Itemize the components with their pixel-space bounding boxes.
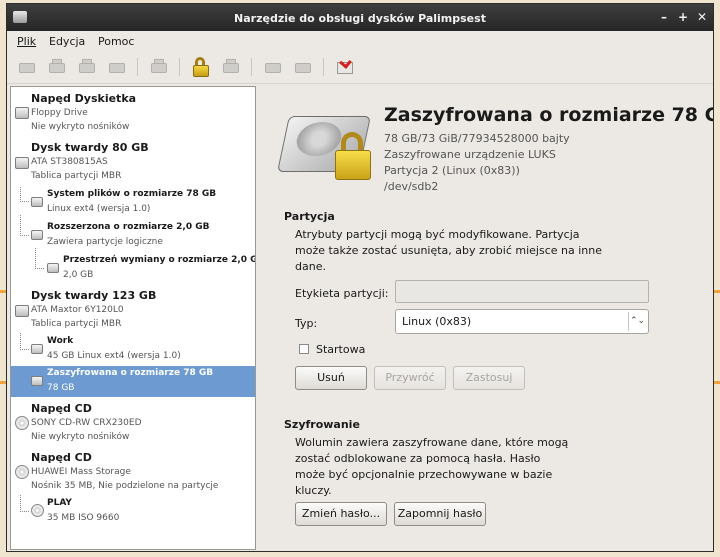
sidebar-item-line: Nie wykryto nośników [31, 432, 130, 442]
menu-help[interactable]: Pomoc [98, 35, 134, 48]
sidebar-item-play[interactable]: PLAY 35 MB ISO 9660 [11, 496, 255, 528]
minimize-button[interactable]: – [657, 10, 671, 24]
toolbar [7, 51, 713, 84]
combo-arrows-icon: ⌃⌄ [628, 312, 646, 331]
encrypted-hard-disk-icon [277, 106, 371, 182]
bootable-label[interactable]: Startowa [316, 343, 365, 356]
sidebar-item-line: 45 GB Linux ext4 (wersja 1.0) [47, 351, 181, 361]
format-icon[interactable] [263, 57, 283, 77]
toolbar-separator [251, 58, 252, 76]
partition-description: Atrybuty partycji mogą być modyfikowane.… [295, 228, 603, 273]
partition-icon [31, 344, 43, 354]
partition-icon [31, 230, 43, 240]
sidebar-item-line: 2,0 GB [63, 270, 94, 280]
unmount-icon[interactable] [47, 57, 67, 77]
menu-bar: Plik Edycja Pomoc [7, 31, 713, 51]
floppy-drive-icon [15, 107, 29, 119]
sidebar-item-title: Dysk twardy 80 GB [31, 141, 149, 154]
volume-partition: Partycja 2 (Linux (0x83)) [384, 164, 520, 177]
sidebar-item-title: Przestrzeń wymiany o rozmiarze 2,0 GB [63, 255, 256, 265]
optical-drive-icon [15, 465, 29, 479]
sidebar-item-cd-sony[interactable]: Napęd CD SONY CD-RW CRX230ED Nie wykryto… [11, 400, 255, 446]
sidebar-item-encrypted-78[interactable]: Zaszyfrowana o rozmiarze 78 GB 78 GB [11, 366, 255, 397]
sidebar-item-line: Tablica partycji MBR [31, 319, 122, 329]
hard-disk-icon [15, 305, 29, 317]
benchmark-icon[interactable] [335, 56, 355, 77]
partition-icon [47, 263, 59, 273]
menu-edit[interactable]: Edycja [49, 35, 85, 48]
revert-button[interactable]: Przywróć [374, 366, 446, 390]
eject-icon[interactable] [77, 57, 97, 77]
check-icon[interactable] [293, 57, 313, 77]
toolbar-separator [179, 58, 180, 76]
sidebar-item-line: HUAWEI Mass Storage [31, 467, 131, 477]
sidebar-item-line: ATA ST380815AS [31, 157, 108, 167]
encryption-heading: Szyfrowanie [284, 418, 360, 431]
partition-type-combo[interactable]: Linux (0x83) ⌃⌄ [395, 309, 649, 334]
sidebar-item-line: Zawiera partycje logiczne [47, 237, 163, 247]
encryption-description: Wolumin zawiera zaszyfrowane dane, które… [295, 436, 569, 497]
sidebar-item-title: Napęd Dyskietka [31, 92, 137, 105]
sidebar-item-filesystem-78[interactable]: System plików o rozmiarze 78 GB Linux ex… [11, 187, 255, 219]
details-pane: Zaszyfrowana o rozmiarze 78 GB 78 GB/73 … [259, 86, 714, 550]
sidebar-item-title: Dysk twardy 123 GB [31, 289, 157, 302]
sidebar-item-floppy[interactable]: Napęd Dyskietka Floppy Drive Nie wykryto… [11, 90, 255, 136]
change-password-button[interactable]: Zmień hasło... [295, 502, 387, 526]
partition-type-label: Typ: [295, 317, 318, 330]
title-bar[interactable]: Narzędzie do obsługi dysków Palimpsest –… [7, 4, 713, 31]
apply-button[interactable]: Zastosuj [453, 366, 525, 390]
toolbar-separator [137, 58, 138, 76]
sidebar-item-line: ATA Maxtor 6Y120L0 [31, 305, 124, 315]
partition-type-value: Linux (0x83) [402, 315, 472, 328]
close-button[interactable]: ✕ [695, 10, 709, 24]
partition-icon [31, 197, 43, 207]
sidebar-item-title: Work [47, 336, 74, 346]
partition-label-input[interactable] [395, 280, 649, 303]
sidebar-item-title: Napęd CD [31, 402, 92, 415]
volume-type: Zaszyfrowane urządzenie LUKS [384, 148, 556, 161]
lock-icon[interactable] [221, 57, 241, 77]
hard-disk-icon [15, 157, 29, 169]
sidebar-item-title: Rozszerzona o rozmiarze 2,0 GB [47, 222, 210, 232]
optical-drive-icon [15, 416, 29, 430]
sidebar-item-cd-huawei[interactable]: Napęd CD HUAWEI Mass Storage Nośnik 35 M… [11, 449, 255, 495]
encrypted-partition-icon [31, 376, 43, 386]
sidebar-item-title: System plików o rozmiarze 78 GB [47, 189, 217, 199]
sidebar-item-line: 35 MB ISO 9660 [47, 513, 120, 523]
mount-icon[interactable] [17, 57, 37, 77]
partition-heading: Partycja [284, 210, 335, 223]
sidebar-item-extended-2gb[interactable]: Rozszerzona o rozmiarze 2,0 GB Zawiera p… [11, 220, 255, 252]
device-sidebar: Napęd Dyskietka Floppy Drive Nie wykryto… [10, 86, 256, 550]
partition-label-label: Etykieta partycji: [295, 287, 389, 300]
sidebar-item-work[interactable]: Work 45 GB Linux ext4 (wersja 1.0) [11, 334, 255, 366]
forget-password-button[interactable]: Zapomnij hasło [394, 502, 486, 526]
sidebar-item-line: Nośnik 35 MB, Nie podzielone na partycje [31, 481, 219, 491]
volume-device: /dev/sdb2 [384, 180, 439, 193]
window-title: Narzędzie do obsługi dysków Palimpsest [234, 12, 486, 25]
bootable-checkbox[interactable] [299, 344, 309, 354]
optical-disc-icon [31, 504, 44, 517]
smart-icon[interactable] [149, 57, 169, 77]
detach-icon[interactable] [107, 57, 127, 77]
sidebar-item-line: 78 GB [47, 383, 75, 393]
sidebar-item-swap-2gb[interactable]: Przestrzeń wymiany o rozmiarze 2,0 GB 2,… [11, 253, 255, 285]
volume-title: Zaszyfrowana o rozmiarze 78 GB [384, 104, 714, 126]
unlock-icon[interactable] [191, 57, 211, 77]
sidebar-item-title: Zaszyfrowana o rozmiarze 78 GB [47, 368, 214, 378]
sidebar-item-hdd-80[interactable]: Dysk twardy 80 GB ATA ST380815AS Tablica… [11, 139, 255, 185]
menu-file[interactable]: Plik [17, 35, 36, 48]
delete-button[interactable]: Usuń [295, 366, 367, 390]
sidebar-item-line: Linux ext4 (wersja 1.0) [47, 204, 151, 214]
sidebar-item-line: Floppy Drive [31, 108, 88, 118]
sidebar-item-line: Nie wykryto nośników [31, 122, 130, 132]
sidebar-item-hdd-123[interactable]: Dysk twardy 123 GB ATA Maxtor 6Y120L0 Ta… [11, 287, 255, 333]
sidebar-item-title: Napęd CD [31, 451, 92, 464]
sidebar-item-line: SONY CD-RW CRX230ED [31, 418, 142, 428]
sidebar-item-title: PLAY [47, 498, 72, 508]
palimpsest-window: Narzędzie do obsługi dysków Palimpsest –… [6, 3, 714, 552]
maximize-button[interactable]: + [676, 10, 690, 24]
volume-size: 78 GB/73 GiB/77934528000 bajty [384, 132, 570, 145]
toolbar-separator [323, 58, 324, 76]
sidebar-item-line: Tablica partycji MBR [31, 171, 122, 181]
